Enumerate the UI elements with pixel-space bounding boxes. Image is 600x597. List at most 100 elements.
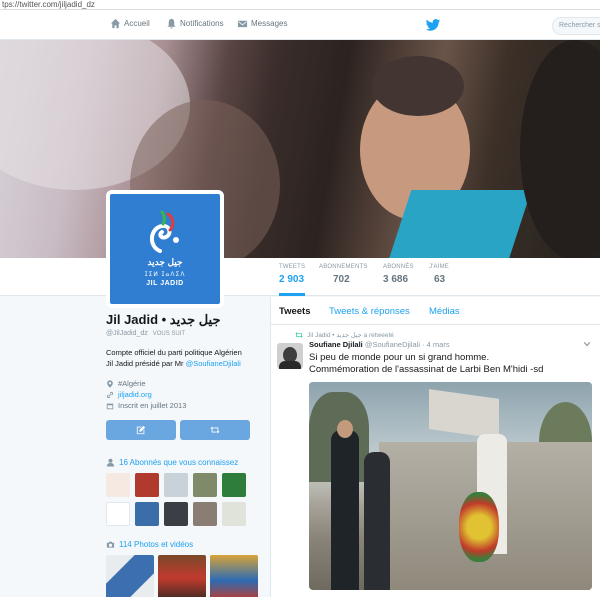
compose-tweet-button[interactable]	[106, 420, 176, 440]
photos-videos-label: 114 Photos et vidéos	[119, 540, 194, 549]
stat-likes-label: J'AIME	[429, 264, 450, 270]
follows-you-badge: VOUS SUIT	[152, 331, 186, 337]
retweet-small-icon	[295, 332, 303, 338]
nav-notifications[interactable]: Notifications	[166, 18, 224, 29]
profile-sidebar: Jil Jadid • جيل جديد @JilJadid_dz VOUS S…	[106, 312, 262, 597]
retweet-button[interactable]	[180, 420, 250, 440]
photos-videos-link[interactable]: 114 Photos et vidéos	[106, 540, 262, 549]
profile-meta: #Algérie jiljadid.org Inscrit en juillet…	[106, 378, 262, 411]
photo-person-shape	[331, 430, 359, 590]
timeline-tabs: Tweets Tweets & réponses Médias	[271, 297, 600, 325]
header-photo	[0, 40, 600, 258]
website-link[interactable]: jiljadid.org	[118, 390, 152, 399]
profile-bio: Compte officiel du parti politique Algér…	[106, 347, 262, 369]
tweet-text-line-2: Commémoration de l'assassinat de Larbi B…	[309, 364, 544, 375]
tweet-text-line-1: Si peu de monde pour un si grand homme.	[309, 352, 490, 363]
link-icon	[106, 391, 114, 398]
follower-avatar[interactable]	[135, 473, 159, 497]
retweet-context: Jil Jadid • جيل جديد a retweeté	[295, 331, 394, 339]
chevron-down-icon[interactable]	[583, 340, 591, 348]
stat-tweets-value: 2 903	[279, 274, 305, 285]
profile-handle-row: @JilJadid_dz VOUS SUIT	[106, 330, 262, 337]
location-text[interactable]: #Algérie	[118, 379, 146, 388]
media-thumbnail[interactable]	[158, 555, 206, 597]
person-icon	[106, 458, 115, 467]
followers-you-know-grid	[106, 473, 262, 526]
joined-text: Inscrit en juillet 2013	[118, 401, 187, 410]
profile-name[interactable]: Jil Jadid • جيل جديد	[106, 312, 262, 328]
stat-followers[interactable]: ABONNÉS 3 686	[383, 264, 414, 285]
photo-person-shape-2	[364, 452, 390, 590]
bio-line-1: Compte officiel du parti politique Algér…	[106, 348, 242, 357]
bio-line-2-text: Jil Jadid présidé par Mr	[106, 359, 186, 368]
follower-avatar[interactable]	[164, 473, 188, 497]
twitter-bird-icon[interactable]	[425, 19, 441, 32]
header-photo-hair-shape	[372, 56, 464, 116]
media-thumbnail[interactable]	[210, 555, 258, 597]
home-icon	[110, 18, 121, 29]
tweet-author-handle[interactable]: @SoufianeDjilali	[365, 340, 420, 349]
photo-wreath-shape	[459, 492, 499, 562]
bio-mention-link[interactable]: @SoufianeDjilali	[186, 359, 241, 368]
profile-stats-bar: TWEETS 2 903 ABONNEMENTS 702 ABONNÉS 3 6…	[0, 258, 600, 296]
stat-following-label: ABONNEMENTS	[319, 264, 368, 270]
nav-messages[interactable]: Messages	[237, 18, 287, 29]
address-bar[interactable]: tps://twitter.com/jiljadid_dz	[0, 0, 600, 10]
retweet-context-text[interactable]: Jil Jadid • جيل جديد a retweeté	[307, 331, 394, 339]
tweet-author-avatar-body-shape	[279, 361, 301, 369]
stat-likes-value: 63	[434, 274, 446, 285]
header-photo-figure-shape	[520, 40, 600, 258]
search-input[interactable]: Rechercher s	[552, 17, 600, 35]
calendar-icon	[106, 403, 114, 409]
nav-messages-label: Messages	[251, 19, 288, 28]
tab-media[interactable]: Médias	[429, 306, 460, 317]
profile-avatar[interactable]: جيل جديد ⵊⵉⵍ ⵊⴰⴷⵉⴷ JIL JADID	[106, 190, 224, 308]
nav-notifications-label: Notifications	[180, 19, 224, 28]
stat-likes[interactable]: J'AIME 63	[429, 264, 449, 285]
stat-following[interactable]: ABONNEMENTS 702	[319, 264, 368, 285]
bell-icon	[167, 18, 176, 29]
joined-row: Inscrit en juillet 2013	[106, 400, 262, 411]
compose-icon	[136, 425, 146, 435]
stat-following-value: 702	[333, 274, 350, 285]
follower-avatar[interactable]	[193, 473, 217, 497]
tweet-author-name[interactable]: Soufiane Djilali	[309, 340, 363, 349]
tab-tweets-replies[interactable]: Tweets & réponses	[329, 306, 410, 317]
follower-avatar[interactable]	[106, 473, 130, 497]
follower-avatar[interactable]	[135, 502, 159, 526]
nav-home[interactable]: Accueil	[110, 18, 150, 29]
nav-home-label: Accueil	[124, 19, 150, 28]
location-row: #Algérie	[106, 378, 262, 389]
followers-you-know-link[interactable]: 16 Abonnés que vous connaissez	[106, 458, 262, 467]
tweet-date[interactable]: · 4 mars	[422, 340, 450, 349]
followers-you-know-label: 16 Abonnés que vous connaissez	[119, 458, 239, 467]
stat-tweets[interactable]: TWEETS 2 903	[279, 264, 306, 296]
tweet-author-avatar[interactable]	[277, 343, 303, 369]
tab-tweets[interactable]: Tweets	[279, 306, 311, 317]
logo-latin-text: JIL JADID	[146, 280, 184, 287]
location-pin-icon	[107, 379, 113, 388]
retweet-icon	[210, 426, 220, 434]
logo-arabic-text: جيل جديد	[147, 257, 183, 267]
top-nav: Accueil Notifications Messages Recherche…	[0, 10, 600, 40]
jil-jadid-logo-icon	[150, 210, 179, 253]
profile-actions	[106, 420, 262, 440]
header-photo-scarf-shape	[388, 190, 532, 258]
envelope-icon	[237, 20, 248, 28]
timeline: Tweets Tweets & réponses Médias Jil Jadi…	[270, 297, 600, 597]
stat-followers-value: 3 686	[383, 274, 409, 285]
follower-avatar[interactable]	[193, 502, 217, 526]
bio-line-2: Jil Jadid présidé par Mr @SoufianeDjilal…	[106, 358, 262, 369]
profile-handle[interactable]: @JilJadid_dz	[106, 330, 148, 337]
tweet-photo[interactable]	[309, 382, 592, 590]
logo-tifinagh-text: ⵊⵉⵍ ⵊⴰⴷⵉⴷ	[144, 272, 186, 278]
follower-avatar[interactable]	[222, 473, 246, 497]
media-thumbnail[interactable]	[106, 555, 154, 597]
stat-followers-label: ABONNÉS	[383, 264, 414, 270]
tweet-header: Soufiane Djilali @SoufianeDjilali · 4 ma…	[309, 340, 450, 349]
follower-avatar[interactable]	[106, 502, 130, 526]
follower-avatar[interactable]	[164, 502, 188, 526]
follower-avatar[interactable]	[222, 502, 246, 526]
stat-tweets-label: TWEETS	[279, 264, 306, 270]
photos-videos-grid	[106, 555, 262, 597]
